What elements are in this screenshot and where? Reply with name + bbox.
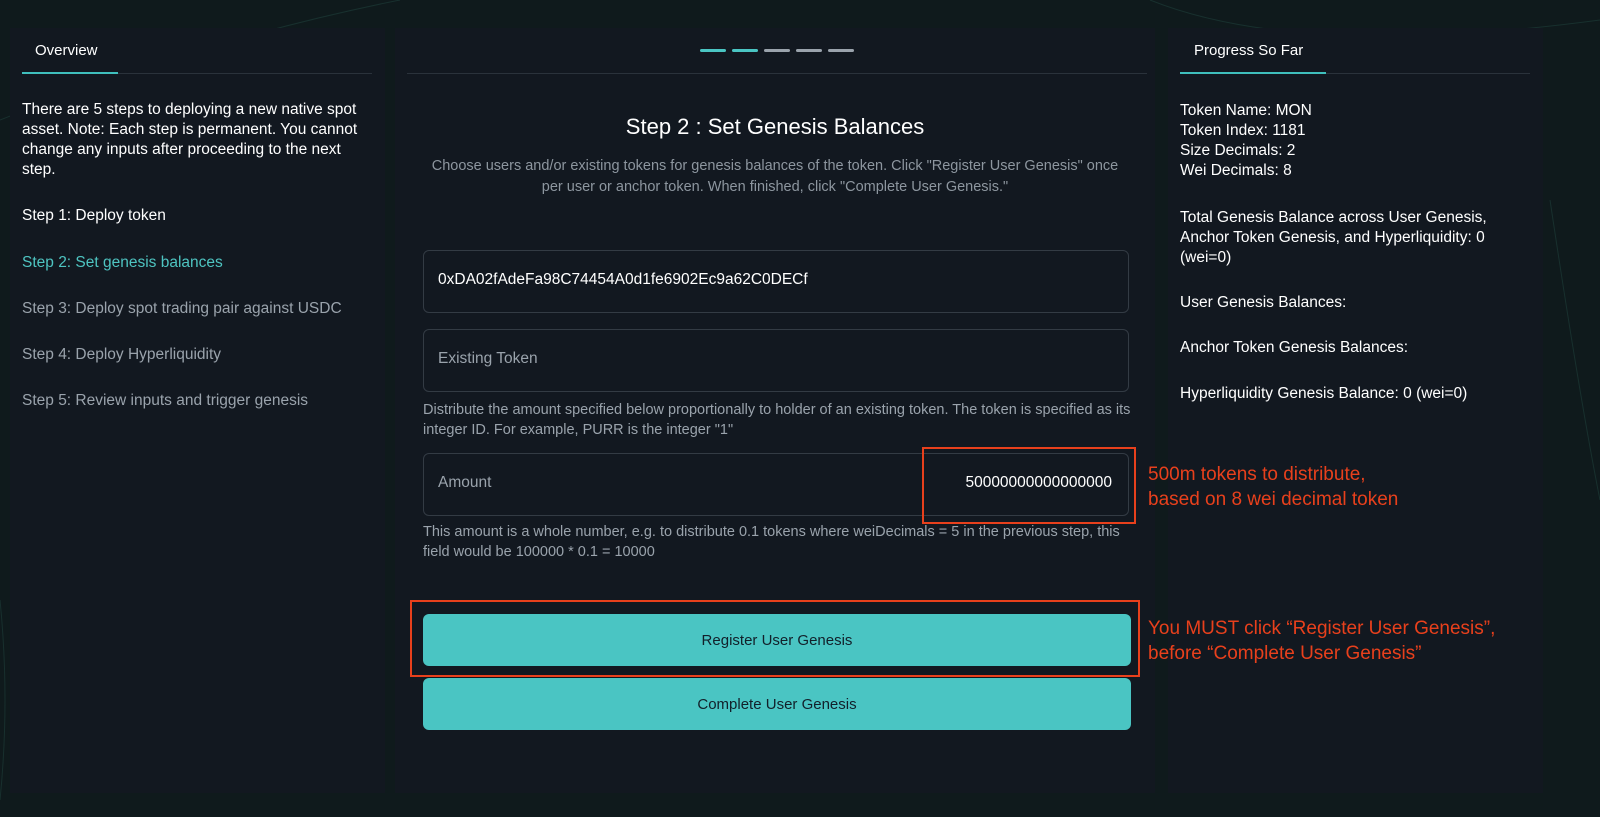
- hyperliquidity-genesis-balance: Hyperliquidity Genesis Balance: 0 (wei=0…: [1180, 385, 1468, 402]
- step-progress-indicator: [700, 49, 854, 52]
- progress-segment: [828, 49, 854, 52]
- progress-segment: [700, 49, 726, 52]
- token-index: Token Index: 1181: [1180, 122, 1306, 139]
- amount-annotation-line-1: 500m tokens to distribute,: [1148, 464, 1366, 485]
- amount-annotation-line-2: based on 8 wei decimal token: [1148, 489, 1399, 510]
- tab-divider: [118, 73, 372, 74]
- amount-label: Amount: [438, 474, 492, 491]
- wei-decimals: Wei Decimals: 8: [1180, 162, 1292, 179]
- complete-user-genesis-button[interactable]: Complete User Genesis: [423, 678, 1131, 730]
- existing-token-placeholder: Existing Token: [438, 350, 538, 367]
- progress-segment: [796, 49, 822, 52]
- progress-segment: [732, 49, 758, 52]
- address-input[interactable]: 0xDA02fAdeFa98C74454A0d1fe6902Ec9a62C0DE…: [423, 250, 1129, 313]
- amount-highlight-box: [922, 447, 1136, 524]
- progress-panel: Progress So Far Token Name: MON Token In…: [1168, 28, 1543, 793]
- step-3-label: Step 3: Deploy spot trading pair against…: [22, 300, 342, 317]
- progress-segment: [764, 49, 790, 52]
- register-annotation-line-2: before “Complete User Genesis”: [1148, 643, 1422, 664]
- tab-progress-so-far[interactable]: Progress So Far: [1194, 42, 1303, 59]
- tab-overview[interactable]: Overview: [35, 42, 98, 59]
- step-4-label: Step 4: Deploy Hyperliquidity: [22, 346, 222, 363]
- amount-help: This amount is a whole number, e.g. to d…: [423, 524, 1120, 560]
- size-decimals: Size Decimals: 2: [1180, 142, 1296, 159]
- address-value: 0xDA02fAdeFa98C74454A0d1fe6902Ec9a62C0DE…: [438, 271, 808, 288]
- overview-intro: There are 5 steps to deploying a new nat…: [22, 101, 358, 178]
- existing-token-help: Distribute the amount specified below pr…: [423, 402, 1131, 438]
- header-divider: [407, 73, 1147, 74]
- total-genesis-balance: Total Genesis Balance across User Genesi…: [1180, 209, 1487, 266]
- overview-panel: Overview There are 5 steps to deploying …: [10, 28, 385, 793]
- tab-progress-underline: [1180, 72, 1326, 74]
- token-name: Token Name: MON: [1180, 102, 1312, 119]
- anchor-token-genesis-balances: Anchor Token Genesis Balances:: [1180, 339, 1409, 356]
- tab-divider: [1326, 73, 1530, 74]
- user-genesis-balances: User Genesis Balances:: [1180, 294, 1347, 311]
- step-5-label: Step 5: Review inputs and trigger genesi…: [22, 392, 309, 409]
- page-title: Step 2 : Set Genesis Balances: [625, 114, 925, 139]
- existing-token-input[interactable]: Existing Token: [423, 329, 1129, 392]
- tab-overview-underline: [22, 72, 118, 74]
- page-subtitle: Choose users and/or existing tokens for …: [431, 158, 1119, 195]
- register-annotation-line-1: You MUST click “Register User Genesis”,: [1148, 618, 1496, 639]
- step-1-label: Step 1: Deploy token: [22, 207, 166, 224]
- step-form-panel: Step 2 : Set Genesis Balances Choose use…: [395, 28, 1155, 793]
- register-highlight-box: [410, 600, 1140, 677]
- step-2-label: Step 2: Set genesis balances: [22, 254, 223, 271]
